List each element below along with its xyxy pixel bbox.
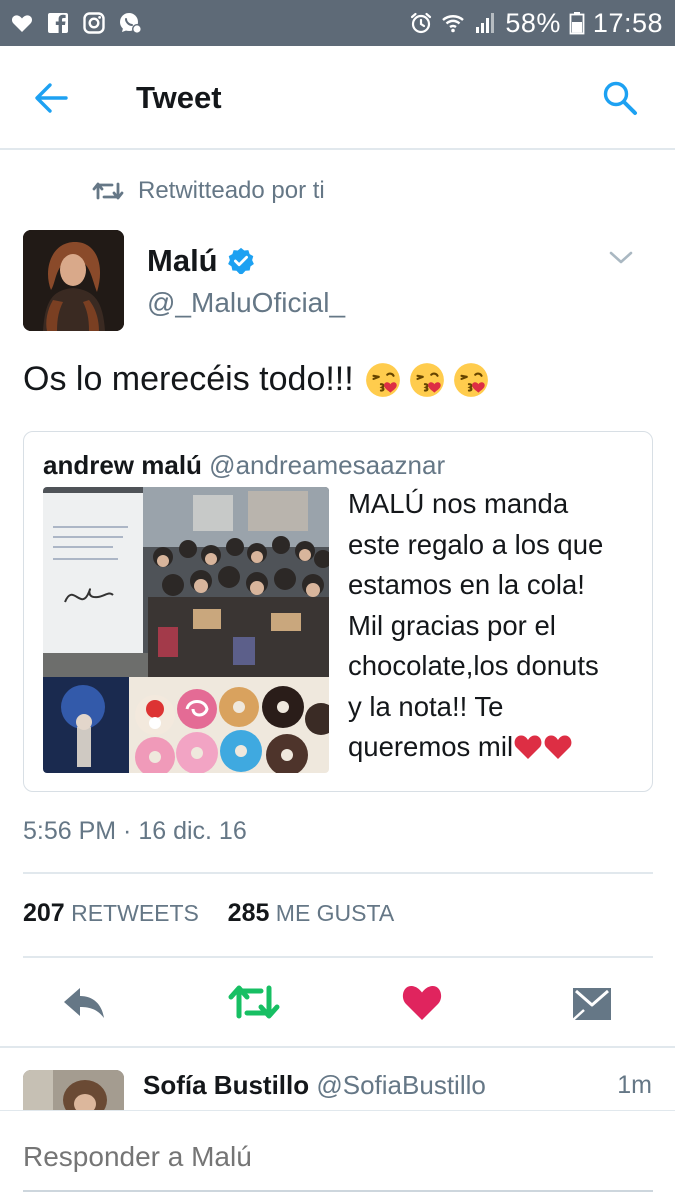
divider bbox=[23, 956, 653, 958]
reply-composer bbox=[0, 1110, 675, 1200]
quoted-text-line: Mil gracias por el bbox=[348, 609, 556, 641]
page-title: Tweet bbox=[136, 80, 222, 115]
avatar-photo bbox=[23, 230, 124, 331]
like-icon[interactable] bbox=[401, 980, 443, 1024]
divider bbox=[0, 1046, 675, 1048]
reply-author[interactable]: Sofía Bustillo @SofiaBustillo bbox=[143, 1070, 486, 1101]
retweet-small-icon bbox=[92, 182, 124, 200]
red-heart-emoji-icon bbox=[514, 735, 542, 759]
reply-time: 1m bbox=[617, 1071, 652, 1099]
retweets-stat[interactable]: 207 RETWEETS bbox=[23, 899, 199, 927]
battery-icon bbox=[569, 12, 585, 35]
red-heart-emoji-icon bbox=[544, 735, 572, 759]
likes-stat[interactable]: 285 ME GUSTA bbox=[227, 899, 395, 927]
battery-percentage: 58% bbox=[505, 7, 561, 38]
quoted-text-line-last: queremos mil bbox=[348, 727, 648, 768]
reply-input[interactable] bbox=[23, 1141, 653, 1173]
whatsapp-icon bbox=[120, 13, 142, 34]
kissing-face-emoji-icon bbox=[453, 362, 488, 397]
author-handle[interactable]: @_MaluOficial_ bbox=[147, 287, 345, 319]
retweet-context-label: Retwitteado por ti bbox=[138, 177, 325, 204]
reply-author-name: Sofía Bustillo bbox=[143, 1070, 310, 1100]
reply-icon[interactable] bbox=[60, 980, 108, 1024]
search-icon[interactable] bbox=[600, 78, 640, 118]
quoted-tweet-header: andrew malú @andreamesaaznar bbox=[43, 450, 445, 481]
clock: 17:58 bbox=[592, 7, 663, 38]
quoted-author-name: andrew malú bbox=[43, 450, 202, 480]
author-name[interactable]: Malú bbox=[147, 243, 218, 279]
tweet-stats: 207 RETWEETS 285 ME GUSTA bbox=[23, 899, 394, 928]
tweet-text: Os lo merecéis todo!!! bbox=[23, 360, 490, 399]
photo-collage bbox=[43, 487, 329, 773]
likes-label: ME GUSTA bbox=[275, 900, 395, 926]
retweets-label: RETWEETS bbox=[71, 900, 199, 926]
alarm-icon bbox=[411, 12, 432, 34]
facebook-icon bbox=[48, 13, 68, 34]
app-bar: Tweet bbox=[0, 46, 675, 150]
likes-count: 285 bbox=[227, 899, 270, 927]
divider bbox=[23, 872, 653, 874]
instagram-icon bbox=[83, 12, 105, 34]
status-bar: 58% 17:58 bbox=[0, 0, 675, 46]
reply-avatar[interactable] bbox=[23, 1070, 124, 1110]
signal-icon bbox=[476, 13, 495, 33]
quoted-tweet-card[interactable]: andrew malú @andreamesaaznar MALÚ nos ma… bbox=[23, 431, 653, 792]
verified-badge-icon bbox=[227, 247, 254, 275]
tweet-timestamp: 5:56 PM · 16 dic. 16 bbox=[23, 817, 247, 845]
quoted-text-line: chocolate,los donuts bbox=[348, 650, 599, 681]
retweet-icon[interactable] bbox=[228, 980, 280, 1024]
status-bar-system: 58% 17:58 bbox=[409, 6, 663, 40]
quoted-text-line: este regalo a los que bbox=[348, 528, 604, 560]
avatar[interactable] bbox=[23, 230, 124, 331]
quoted-text-line: MALÚ nos manda bbox=[348, 488, 569, 519]
author-name-row[interactable]: Malú bbox=[147, 243, 256, 279]
retweets-count: 207 bbox=[23, 899, 65, 927]
heart-icon bbox=[11, 15, 33, 33]
quoted-tweet-image[interactable] bbox=[43, 487, 329, 773]
reply-author-handle: @SofiaBustillo bbox=[316, 1070, 486, 1100]
quoted-author-handle: @andreamesaaznar bbox=[209, 450, 446, 480]
quoted-text-line: queremos mil bbox=[348, 731, 514, 762]
quoted-text-line: y la nota!! Te bbox=[348, 690, 504, 722]
retweet-context: Retwitteado por ti bbox=[92, 174, 325, 208]
direct-message-icon[interactable] bbox=[570, 980, 614, 1024]
quoted-tweet-text: MALÚ nos manda este regalo a los que est… bbox=[348, 484, 648, 768]
composer-underline bbox=[23, 1190, 653, 1192]
back-arrow-icon[interactable] bbox=[32, 80, 72, 116]
kissing-face-emoji-icon bbox=[365, 362, 400, 397]
tweet-text-body: Os lo merecéis todo!!! bbox=[23, 360, 354, 398]
kissing-face-emoji-icon bbox=[409, 362, 444, 397]
status-bar-notifications bbox=[10, 9, 142, 37]
chevron-down-icon[interactable] bbox=[607, 248, 635, 268]
quoted-text-line: estamos en la cola! bbox=[348, 569, 585, 600]
reply-avatar-photo bbox=[23, 1070, 124, 1110]
wifi-icon bbox=[442, 15, 465, 33]
